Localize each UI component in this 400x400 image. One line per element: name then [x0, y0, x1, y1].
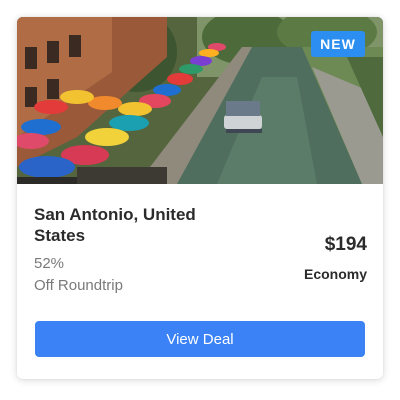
deal-card: NEW San Antonio, United States 52% Off R… [17, 17, 383, 379]
destination-photo: NEW [17, 17, 383, 184]
view-deal-button[interactable]: View Deal [35, 321, 365, 357]
destination-title: San Antonio, United States [34, 205, 196, 245]
fare-class: Economy [303, 266, 367, 282]
new-badge: NEW [311, 31, 365, 57]
trip-type-label: Off Roundtrip [34, 277, 123, 294]
price: $194 [324, 234, 367, 255]
discount-percent: 52% [34, 255, 65, 272]
